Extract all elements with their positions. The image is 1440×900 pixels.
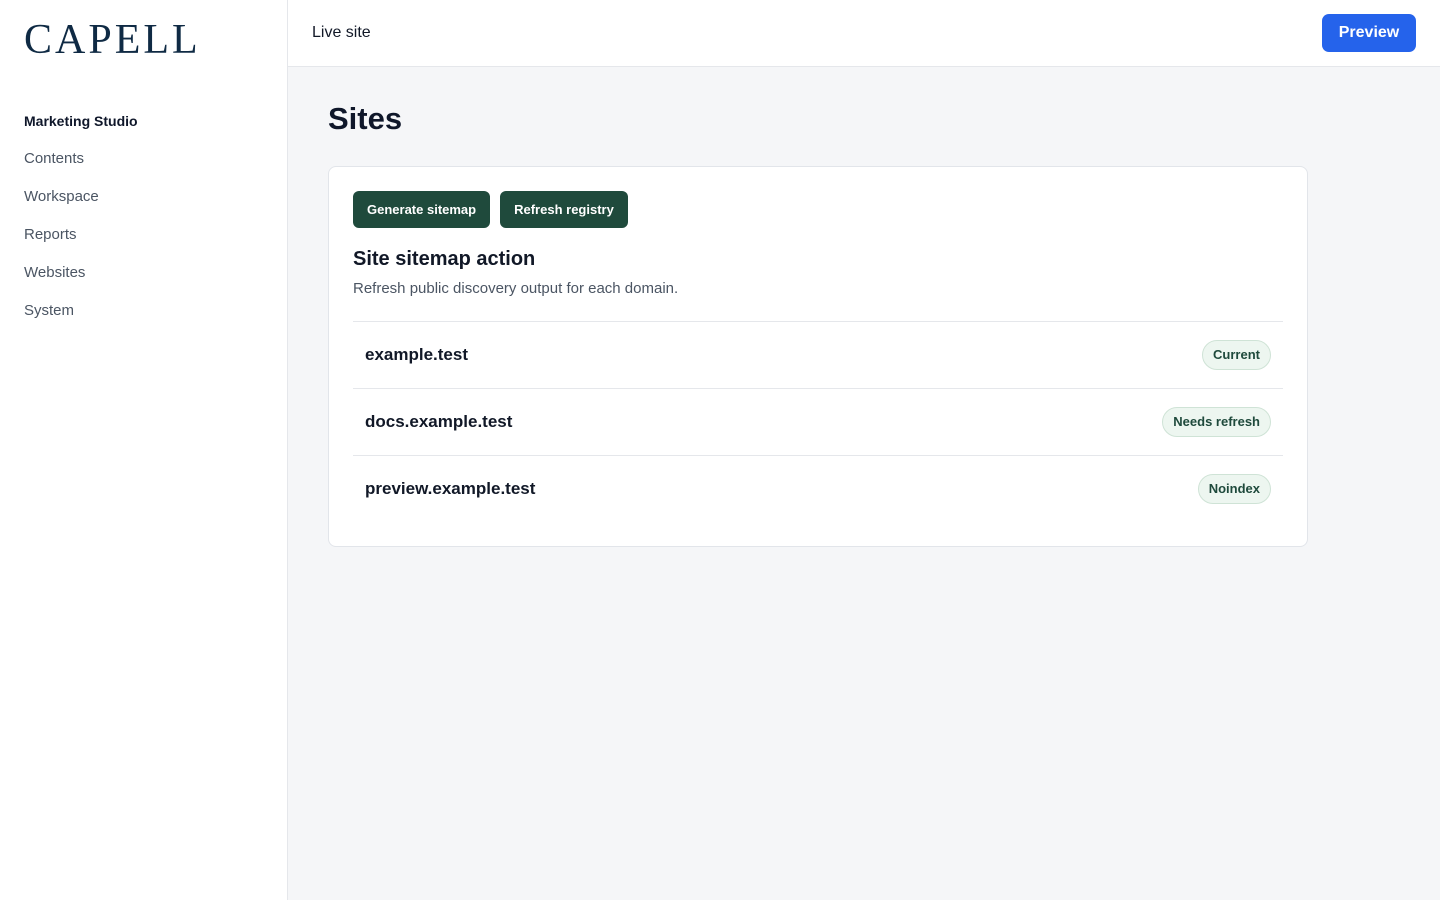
status-badge: Noindex: [1197, 474, 1271, 504]
site-list: example.test Current docs.example.test N…: [353, 321, 1283, 522]
sidebar-item-system[interactable]: System: [24, 292, 263, 330]
capell-logo[interactable]: CAPELL: [24, 0, 263, 80]
app-root: CAPELL Marketing Studio Contents Workspa…: [0, 0, 1440, 900]
sidebar-item-contents[interactable]: Contents: [24, 140, 263, 178]
sidebar: CAPELL Marketing Studio Contents Workspa…: [0, 0, 288, 900]
sidebar-item-reports[interactable]: Reports: [24, 216, 263, 254]
refresh-registry-button[interactable]: Refresh registry: [500, 191, 628, 228]
sidebar-item-websites[interactable]: Websites: [24, 254, 263, 292]
site-name: example.test: [365, 345, 468, 364]
sitemap-card: Generate sitemap Refresh registry Site s…: [328, 166, 1308, 547]
page-title: Sites: [328, 101, 403, 136]
generate-sitemap-button[interactable]: Generate sitemap: [353, 191, 491, 228]
site-row[interactable]: example.test Current: [353, 321, 1283, 388]
section-description: Refresh public discovery output for each…: [353, 280, 679, 297]
site-row[interactable]: preview.example.test Noindex: [353, 455, 1283, 522]
sidebar-item-marketing-studio[interactable]: Marketing Studio: [24, 102, 263, 140]
main-area: Live site Preview Sites Generate sitemap…: [288, 0, 1440, 900]
content: Sites Generate sitemap Refresh registry …: [288, 67, 1440, 581]
topbar: Live site Preview: [288, 0, 1440, 67]
site-name: docs.example.test: [365, 412, 513, 431]
sidebar-nav: Marketing Studio Contents Workspace Repo…: [24, 102, 263, 330]
section-title: Site sitemap action: [353, 248, 536, 270]
status-badge: Current: [1202, 340, 1271, 370]
sidebar-item-workspace[interactable]: Workspace: [24, 178, 263, 216]
site-name: preview.example.test: [365, 479, 536, 498]
preview-button[interactable]: Preview: [1322, 14, 1416, 52]
status-badge: Needs refresh: [1162, 407, 1271, 437]
action-bar: Generate sitemap Refresh registry: [353, 191, 1283, 228]
site-row[interactable]: docs.example.test Needs refresh: [353, 388, 1283, 455]
topbar-title: Live site: [312, 24, 371, 41]
